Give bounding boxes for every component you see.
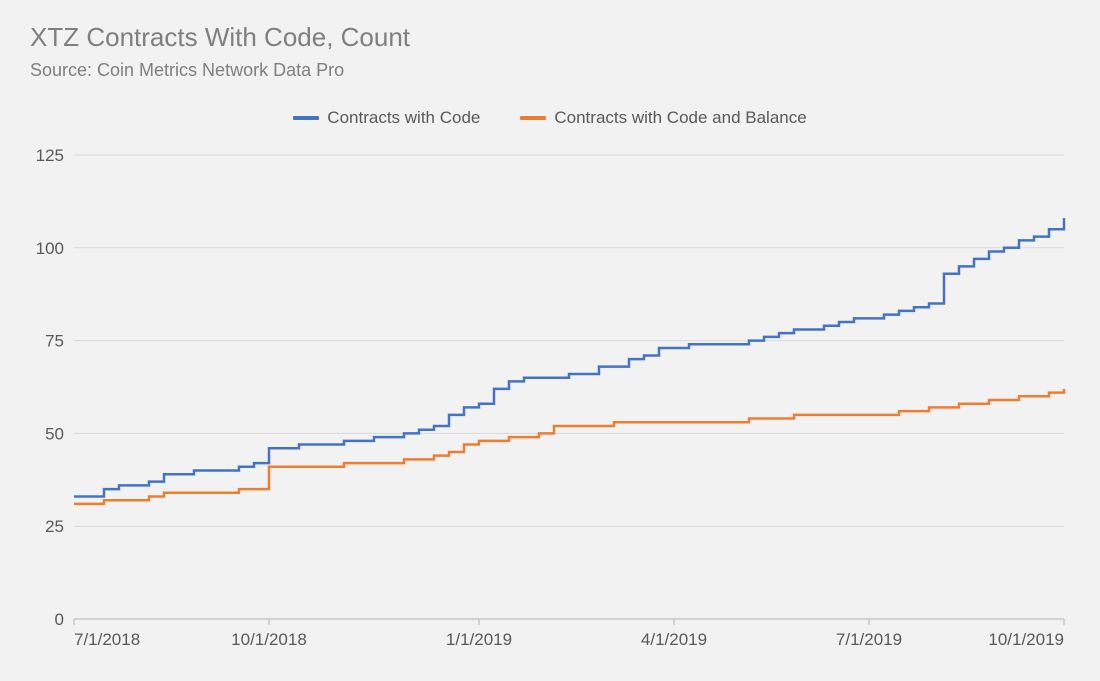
svg-text:100: 100 bbox=[36, 239, 64, 258]
svg-text:25: 25 bbox=[45, 517, 64, 536]
legend-swatch-b bbox=[520, 116, 546, 120]
legend: Contracts with Code Contracts with Code … bbox=[0, 108, 1100, 128]
legend-swatch-a bbox=[293, 116, 319, 120]
legend-label-a: Contracts with Code bbox=[327, 108, 480, 128]
svg-text:75: 75 bbox=[45, 332, 64, 351]
svg-text:10/1/2019: 10/1/2019 bbox=[988, 630, 1064, 649]
svg-text:10/1/2018: 10/1/2018 bbox=[231, 630, 307, 649]
chart-container: XTZ Contracts With Code, Count Source: C… bbox=[0, 0, 1100, 681]
svg-text:1/1/2019: 1/1/2019 bbox=[446, 630, 512, 649]
svg-text:7/1/2018: 7/1/2018 bbox=[74, 630, 140, 649]
legend-item-contracts-with-code-and-balance: Contracts with Code and Balance bbox=[520, 108, 806, 128]
chart-svg: 0 25 50 75 100 125 7/1/2018 10/1/2018 1/1/2019 4/… bbox=[30, 145, 1070, 651]
plot-area: 0 25 50 75 100 125 7/1/2018 10/1/2018 1/1/2019 4/… bbox=[30, 145, 1070, 651]
svg-text:125: 125 bbox=[36, 146, 64, 165]
legend-label-b: Contracts with Code and Balance bbox=[554, 108, 806, 128]
svg-text:0: 0 bbox=[55, 610, 64, 629]
legend-item-contracts-with-code: Contracts with Code bbox=[293, 108, 480, 128]
svg-text:50: 50 bbox=[45, 424, 64, 443]
svg-text:4/1/2019: 4/1/2019 bbox=[641, 630, 707, 649]
chart-subtitle: Source: Coin Metrics Network Data Pro bbox=[30, 60, 344, 81]
chart-title: XTZ Contracts With Code, Count bbox=[30, 22, 410, 53]
svg-text:7/1/2019: 7/1/2019 bbox=[836, 630, 902, 649]
